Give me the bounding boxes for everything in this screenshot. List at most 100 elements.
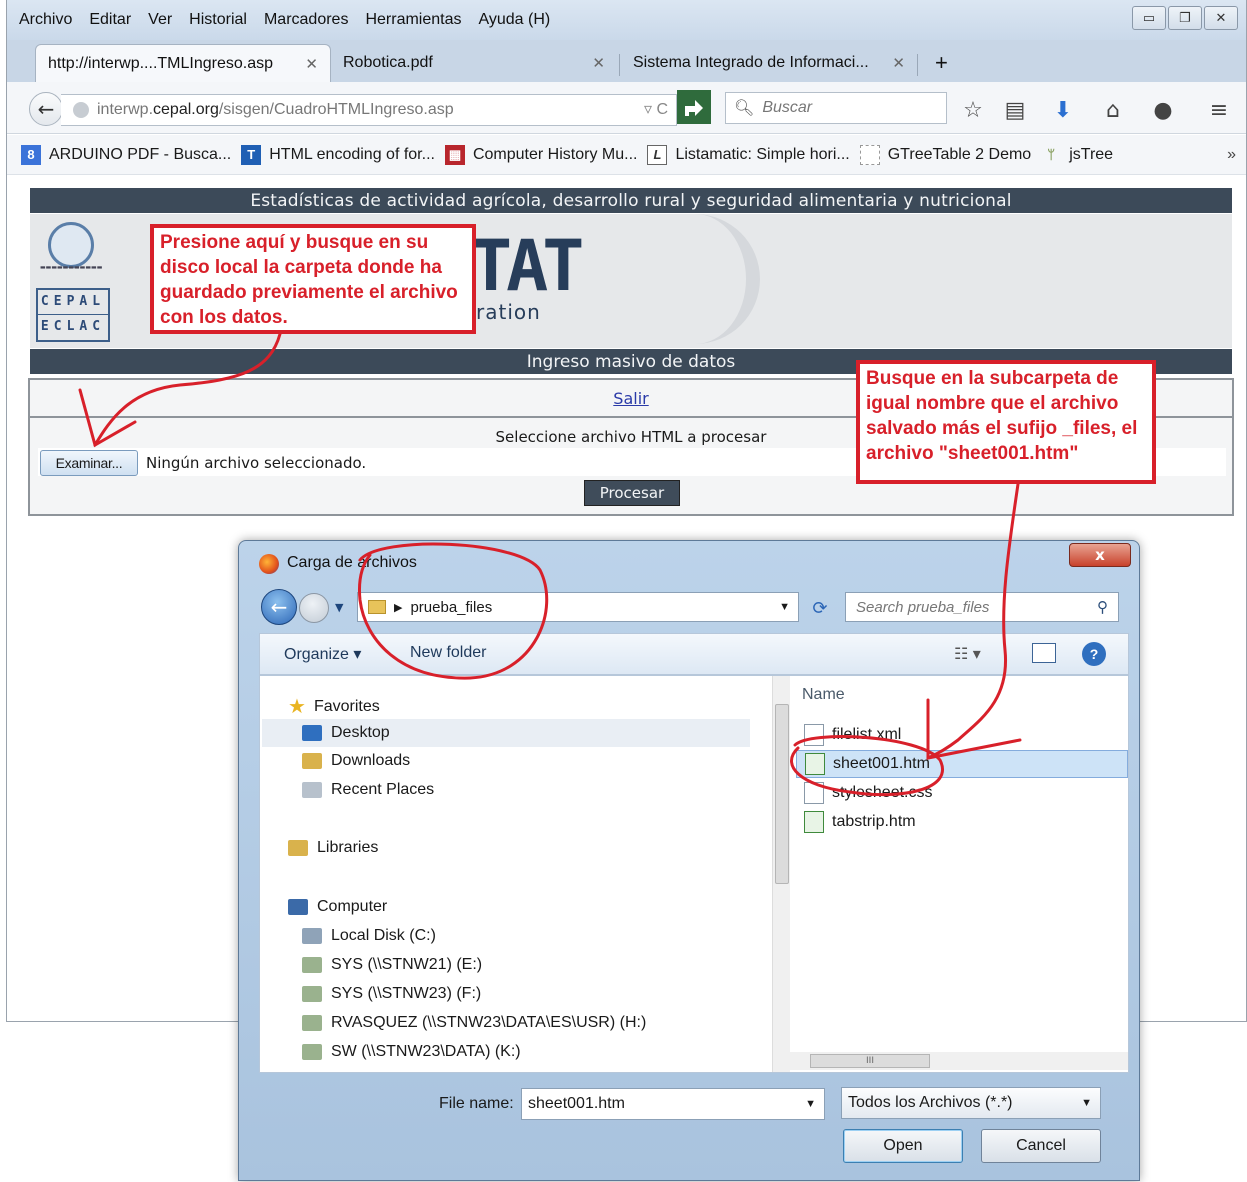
preview-pane-icon[interactable] xyxy=(1032,643,1056,663)
restore-icon[interactable]: ❐ xyxy=(1168,6,1202,30)
search-bar[interactable]: 🔍︎ Buscar xyxy=(725,92,947,124)
tab-robotica[interactable]: Robotica.pdf ✕ xyxy=(331,44,617,82)
file-name-input[interactable]: sheet001.htm ▼ xyxy=(521,1088,825,1120)
horizontal-scrollbar[interactable]: III xyxy=(790,1052,1128,1070)
file-type-select[interactable]: Todos los Archivos (*.*) ▼ xyxy=(841,1087,1101,1119)
bookmarks-bar: 8 ARDUINO PDF - Busca... T HTML encoding… xyxy=(7,135,1246,175)
dialog-search-placeholder: Search prueba_files xyxy=(856,598,990,616)
close-window-icon[interactable]: ✕ xyxy=(1204,6,1238,30)
tab-sistema-integrado[interactable]: Sistema Integrado de Informaci... ✕ xyxy=(621,44,917,82)
chevron-down-icon: ▼ xyxy=(1081,1097,1092,1109)
file-filelist-xml[interactable]: filelist.xml xyxy=(804,724,901,746)
address-path-bar[interactable]: ▶ prueba_files ▼ xyxy=(357,592,799,622)
tab-label: http://interwp....TMLIngreso.asp xyxy=(48,54,273,72)
cancel-button[interactable]: Cancel xyxy=(981,1129,1101,1163)
view-options-icon[interactable]: ☷ ▾ xyxy=(954,644,981,664)
file-name-value: sheet001.htm xyxy=(528,1095,625,1112)
recent-places-icon xyxy=(302,782,322,798)
tab-divider xyxy=(917,54,918,76)
organize-button[interactable]: Organize ▾ xyxy=(284,644,361,664)
history-dropdown-icon[interactable]: ▼ xyxy=(335,601,343,614)
download-icon[interactable]: ⬇ xyxy=(1049,96,1077,124)
new-tab-button[interactable]: + xyxy=(923,44,963,82)
nav-favorites[interactable]: ★ Favorites xyxy=(288,694,380,719)
dialog-body: ★ Favorites Desktop Downloads Recent Pla… xyxy=(259,675,1129,1073)
examinar-button[interactable]: Examinar... xyxy=(40,450,138,476)
dialog-search-input[interactable]: Search prueba_files ⚲ xyxy=(845,592,1119,622)
minimize-icon[interactable]: ▭ xyxy=(1132,6,1166,30)
nav-computer[interactable]: Computer xyxy=(288,898,387,916)
nav-label: Local Disk (C:) xyxy=(331,927,436,944)
menu-historial[interactable]: Historial xyxy=(189,11,247,29)
nav-drive-h[interactable]: RVASQUEZ (\\STNW23\DATA\ES\USR) (H:) xyxy=(302,1014,646,1032)
nav-drive-k[interactable]: SW (\\STNW23\DATA) (K:) xyxy=(302,1043,521,1061)
nav-desktop[interactable]: Desktop xyxy=(262,719,750,747)
forward-arrow-icon[interactable] xyxy=(299,593,329,623)
file-stylesheet-css[interactable]: stylesheet.css xyxy=(804,782,932,804)
bookmark-arduino[interactable]: 8 ARDUINO PDF - Busca... xyxy=(21,144,231,165)
back-arrow-icon[interactable]: ← xyxy=(261,589,297,625)
cepalstat-title: TAT xyxy=(470,225,584,307)
bookmark-gtreetable[interactable]: GTreeTable 2 Demo xyxy=(859,144,1031,165)
dialog-close-icon[interactable]: x xyxy=(1069,543,1131,567)
bookmarks-overflow-icon[interactable]: » xyxy=(1227,146,1236,164)
bookmark-star-icon[interactable]: ☆ xyxy=(959,96,987,124)
bookmark-html-encoding[interactable]: T HTML encoding of for... xyxy=(241,144,435,165)
menu-editar[interactable]: Editar xyxy=(89,11,131,29)
nav-downloads[interactable]: Downloads xyxy=(302,752,410,770)
bookmark-listamatic[interactable]: L Listamatic: Simple hori... xyxy=(647,144,850,165)
close-icon[interactable]: ✕ xyxy=(592,54,605,72)
refresh-icon[interactable]: ⟳ xyxy=(805,595,835,621)
file-sheet001-htm[interactable]: sheet001.htm xyxy=(796,750,1128,778)
close-icon[interactable]: ✕ xyxy=(305,55,318,73)
navigation-scrollbar[interactable] xyxy=(772,676,790,1072)
menu-ver[interactable]: Ver xyxy=(148,11,172,29)
procesar-button[interactable]: Procesar xyxy=(584,480,680,506)
reading-list-icon[interactable]: ▤ xyxy=(1001,96,1029,124)
salir-link[interactable]: Salir xyxy=(613,389,648,408)
menu-bar: Archivo Editar Ver Historial Marcadores … xyxy=(7,0,1246,40)
bookmark-jstree[interactable]: ᛘ jsTree xyxy=(1041,145,1113,165)
reload-icon[interactable]: ▿ C xyxy=(644,99,668,119)
nav-label: SYS (\\STNW21) (E:) xyxy=(331,956,483,973)
home-icon[interactable]: ⌂ xyxy=(1099,96,1127,124)
scrollbar-thumb[interactable]: III xyxy=(810,1054,930,1068)
url-host: cepal.org xyxy=(153,101,219,118)
nav-local-disk[interactable]: Local Disk (C:) xyxy=(302,927,436,945)
t-icon: T xyxy=(241,144,262,165)
open-button[interactable]: Open xyxy=(843,1129,963,1163)
name-column-header[interactable]: Name xyxy=(802,686,845,704)
menu-archivo[interactable]: Archivo xyxy=(19,11,72,29)
css-file-icon xyxy=(804,782,824,804)
chat-icon[interactable]: ● xyxy=(1149,96,1177,124)
tab-divider xyxy=(619,54,620,76)
new-folder-button[interactable]: New folder xyxy=(410,644,486,662)
path-dropdown-icon[interactable]: ▼ xyxy=(779,601,790,613)
nav-drive-e[interactable]: SYS (\\STNW21) (E:) xyxy=(302,956,482,974)
nav-drive-f[interactable]: SYS (\\STNW23) (F:) xyxy=(302,985,481,1003)
menu-marcadores[interactable]: Marcadores xyxy=(264,11,348,29)
page-action-icon[interactable] xyxy=(677,90,711,124)
help-icon[interactable]: ? xyxy=(1082,642,1106,666)
cepal-logo: CEPAL ECLAC xyxy=(36,288,110,342)
chevron-down-icon[interactable]: ▼ xyxy=(805,1098,816,1110)
xml-file-icon xyxy=(804,724,824,746)
nav-recent-places[interactable]: Recent Places xyxy=(302,781,434,799)
menu-herramientas[interactable]: Herramientas xyxy=(365,11,461,29)
nav-label: Computer xyxy=(317,898,388,915)
url-path: /sisgen/CuadroHTMLIngreso.asp xyxy=(218,101,454,118)
bookmark-label: HTML encoding of for... xyxy=(269,145,435,163)
hamburger-menu-icon[interactable]: ≡ xyxy=(1205,96,1233,124)
back-arrow-icon[interactable]: ← xyxy=(29,92,63,126)
url-bar[interactable]: interwp. cepal.org/sisgen/CuadroHTMLIngre… xyxy=(61,94,677,126)
menu-ayuda[interactable]: Ayuda (H) xyxy=(478,11,550,29)
file-tabstrip-htm[interactable]: tabstrip.htm xyxy=(804,811,916,833)
nav-label: Libraries xyxy=(317,839,379,856)
bookmark-computer-history[interactable]: ▦ Computer History Mu... xyxy=(444,144,637,165)
libraries-icon xyxy=(288,840,308,856)
close-icon[interactable]: ✕ xyxy=(892,54,905,72)
tab-interwp[interactable]: http://interwp....TMLIngreso.asp ✕ xyxy=(35,44,331,82)
nav-libraries[interactable]: Libraries xyxy=(288,839,378,857)
scrollbar-thumb[interactable] xyxy=(775,704,789,884)
globe-icon xyxy=(73,102,89,118)
